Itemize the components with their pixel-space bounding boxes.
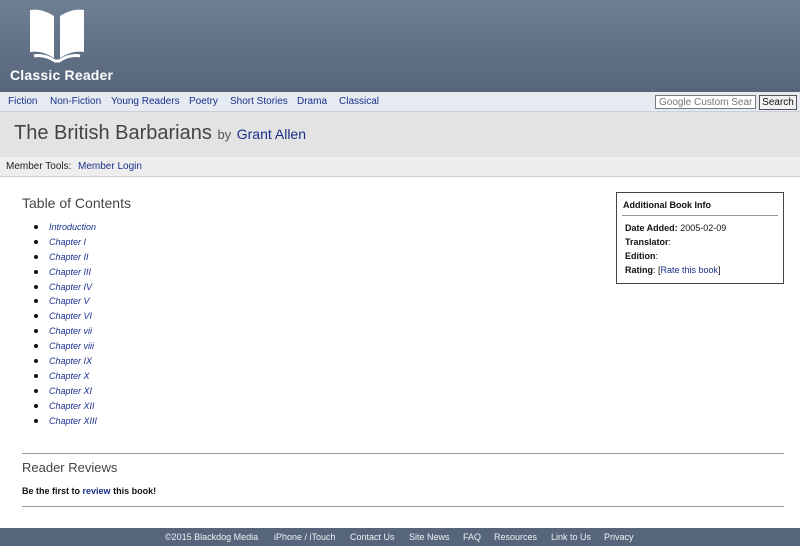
bullet-icon: [34, 314, 38, 319]
toc-link[interactable]: Chapter XI: [49, 386, 92, 396]
bullet-icon: [34, 254, 38, 259]
rating-prefix: : [: [653, 265, 661, 275]
nav-drama[interactable]: Drama: [297, 96, 327, 107]
footer-iphone-link[interactable]: iPhone / iTouch: [274, 532, 336, 542]
footer-contact-link[interactable]: Contact Us: [350, 532, 395, 542]
bullet-icon: [34, 225, 38, 229]
info-translator: Translator:: [625, 237, 671, 247]
toc-list: Introduction Chapter I Chapter II Chapte…: [34, 221, 97, 429]
bullet-icon: [34, 359, 38, 364]
toc-link[interactable]: Chapter XII: [49, 401, 95, 411]
info-date-added: Date Added: 2005-02-09: [625, 223, 726, 233]
footer-privacy-link[interactable]: Privacy: [604, 532, 634, 542]
bullet-icon: [34, 284, 38, 289]
toc-item-introduction[interactable]: Introduction: [34, 221, 97, 236]
toc-item-chapter-13[interactable]: Chapter XIII: [34, 415, 97, 430]
toc-item-chapter-9[interactable]: Chapter IX: [34, 355, 97, 370]
translator-sep: :: [668, 237, 672, 247]
nav-classical[interactable]: Classical: [339, 96, 379, 107]
bullet-icon: [34, 299, 38, 304]
bullet-icon: [34, 403, 38, 408]
toc-item-chapter-8[interactable]: Chapter viii: [34, 340, 97, 355]
footer-resources-link[interactable]: Resources: [494, 532, 537, 542]
translator-label: Translator: [625, 237, 669, 247]
footer-faq-link[interactable]: FAQ: [463, 532, 481, 542]
reviews-text-after: this book!: [113, 486, 157, 496]
toc-item-chapter-10[interactable]: Chapter X: [34, 370, 97, 385]
member-tools-label: Member Tools:: [6, 161, 72, 172]
bullet-icon: [34, 239, 38, 244]
toc-link[interactable]: Chapter VI: [49, 311, 92, 321]
toc-item-chapter-11[interactable]: Chapter XI: [34, 385, 97, 400]
toc-link[interactable]: Chapter V: [49, 296, 90, 306]
reviews-text-before: Be the first to: [22, 486, 81, 496]
toc-link[interactable]: Chapter III: [49, 267, 91, 277]
rating-suffix: ]: [718, 265, 721, 275]
footer-copyright: ©2015 Blackdog Media: [165, 532, 259, 542]
info-box-title: Additional Book Info: [623, 200, 711, 210]
book-title-line: The British Barbarians by Grant Allen: [14, 122, 306, 145]
book-title: The British Barbarians: [14, 122, 212, 144]
toc-link[interactable]: Chapter IV: [49, 282, 92, 292]
member-login-link[interactable]: Member Login: [78, 161, 142, 172]
toc-item-chapter-3[interactable]: Chapter III: [34, 266, 97, 281]
footer-link-to-us[interactable]: Link to Us: [551, 532, 591, 542]
nav-short-stories[interactable]: Short Stories: [230, 96, 288, 107]
toc-link[interactable]: Introduction: [49, 222, 96, 232]
toc-link[interactable]: Chapter X: [49, 371, 90, 381]
nav-non-fiction[interactable]: Non-Fiction: [50, 96, 101, 107]
member-tools-bar: Member Tools: Member Login: [0, 157, 800, 177]
book-by: by: [217, 127, 232, 142]
toc-item-chapter-4[interactable]: Chapter IV: [34, 281, 97, 296]
toc-heading: Table of Contents: [22, 195, 131, 211]
book-author-link[interactable]: Grant Allen: [237, 126, 306, 142]
reviews-heading: Reader Reviews: [22, 460, 118, 475]
toc-item-chapter-1[interactable]: Chapter I: [34, 236, 97, 251]
bullet-icon: [34, 344, 38, 349]
info-rating: Rating: [Rate this book]: [625, 265, 721, 275]
book-info-box: Additional Book Info Date Added: 2005-02…: [616, 192, 784, 284]
nav-young-readers[interactable]: Young Readers: [111, 96, 180, 107]
info-edition: Edition:: [625, 251, 658, 261]
search-button[interactable]: Search: [759, 95, 797, 110]
open-book-icon[interactable]: [26, 4, 88, 64]
bullet-icon: [34, 329, 38, 334]
site-footer: ©2015 Blackdog Media iPhone / iTouch Con…: [0, 528, 800, 546]
toc-item-chapter-5[interactable]: Chapter V: [34, 295, 97, 310]
toc-link[interactable]: Chapter XIII: [49, 416, 97, 426]
divider: [22, 506, 784, 507]
info-divider: [622, 215, 778, 216]
toc-link[interactable]: Chapter vii: [49, 326, 92, 336]
date-added-value: 2005-02-09: [680, 223, 727, 233]
search-input[interactable]: [655, 95, 756, 109]
toc-item-chapter-7[interactable]: Chapter vii: [34, 325, 97, 340]
rating-label: Rating: [625, 265, 653, 275]
toc-item-chapter-12[interactable]: Chapter XII: [34, 400, 97, 415]
rate-this-book-link[interactable]: Rate this book: [661, 265, 719, 275]
date-added-label: Date Added:: [625, 223, 678, 233]
toc-link[interactable]: Chapter viii: [49, 341, 94, 351]
nav-poetry[interactable]: Poetry: [189, 96, 218, 107]
toc-link[interactable]: Chapter I: [49, 237, 86, 247]
bullet-icon: [34, 418, 38, 423]
site-logo-text[interactable]: Classic Reader: [10, 67, 113, 83]
bullet-icon: [34, 373, 38, 378]
edition-label: Edition: [625, 251, 656, 261]
toc-link[interactable]: Chapter IX: [49, 356, 92, 366]
edition-sep: :: [655, 251, 659, 261]
site-header: Classic Reader: [0, 0, 800, 92]
toc-link[interactable]: Chapter II: [49, 252, 89, 262]
reviews-prompt: Be the first to review this book!: [22, 486, 156, 496]
divider: [22, 453, 784, 454]
bullet-icon: [34, 269, 38, 274]
footer-site-news-link[interactable]: Site News: [409, 532, 450, 542]
bullet-icon: [34, 388, 38, 393]
toc-item-chapter-6[interactable]: Chapter VI: [34, 310, 97, 325]
toc-item-chapter-2[interactable]: Chapter II: [34, 251, 97, 266]
nav-fiction[interactable]: Fiction: [8, 96, 37, 107]
review-link[interactable]: review: [83, 486, 111, 496]
